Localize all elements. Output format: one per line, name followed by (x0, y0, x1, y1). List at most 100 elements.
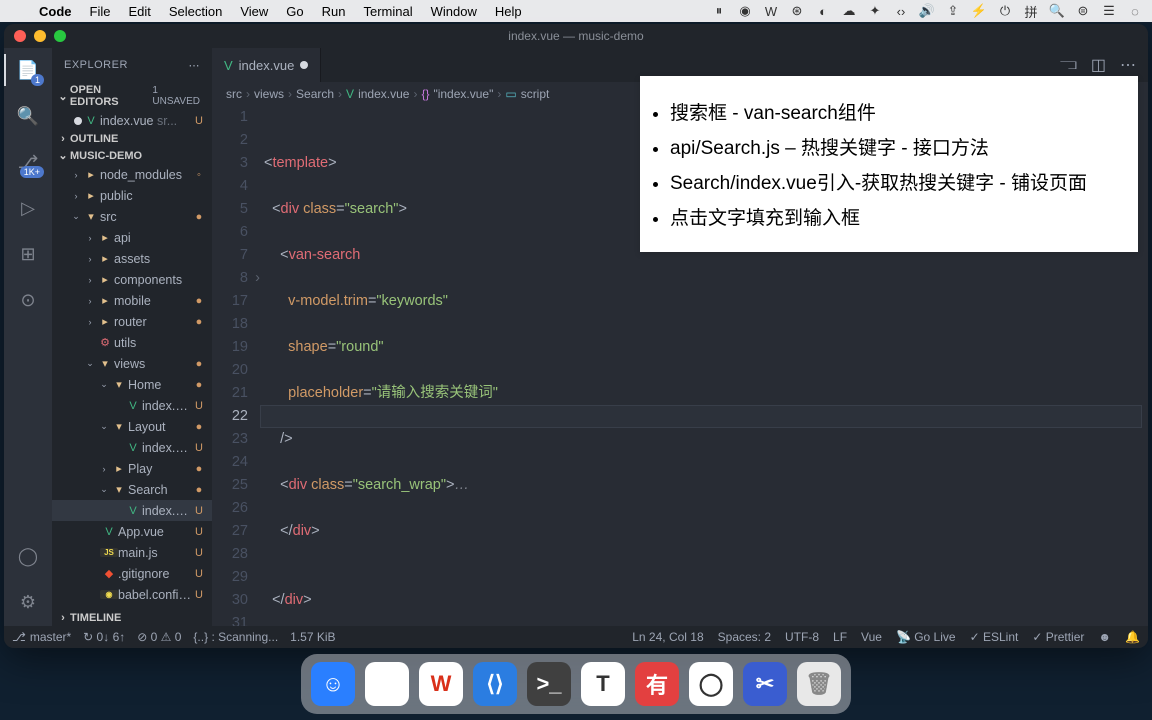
open-editor-item[interactable]: V index.vue sr... U (52, 110, 212, 131)
menu-edit[interactable]: Edit (119, 4, 159, 19)
open-editors-section[interactable]: ⌄ OPEN EDITORS 1 UNSAVED (52, 82, 212, 110)
tree-item[interactable]: Vindex.vueU (52, 500, 212, 521)
tray-icon[interactable]: ◌ (1126, 4, 1144, 19)
tree-item[interactable]: ⌄▾views● (52, 353, 212, 374)
tray-icon[interactable]: ⏻ (996, 3, 1014, 19)
crumb[interactable]: "index.vue" (433, 87, 493, 101)
tree-item[interactable]: JSmain.jsU (52, 542, 212, 563)
menu-selection[interactable]: Selection (160, 4, 231, 19)
dock-app-icon[interactable]: ⟨⟩ (473, 662, 517, 706)
crumb[interactable]: src (226, 87, 242, 101)
dock-app-icon[interactable]: 有 (635, 662, 679, 706)
sidebar-more-icon[interactable]: ⋯ (189, 59, 201, 72)
dock-app-icon[interactable]: ◎ (365, 662, 409, 706)
app-name[interactable]: Code (30, 4, 81, 19)
tree-item[interactable]: ›▸node_modules◦ (52, 164, 212, 185)
tray-icon[interactable]: ☰ (1100, 3, 1118, 19)
compare-icon[interactable]: ⫎ (1060, 56, 1077, 74)
menu-terminal[interactable]: Terminal (355, 4, 422, 19)
tray-icon[interactable]: ⊜ (1074, 3, 1092, 19)
tray-icon[interactable]: ⏸ (710, 3, 728, 19)
project-section[interactable]: ⌄ MUSIC-DEMO (52, 147, 212, 164)
account-icon[interactable]: ◯ (14, 542, 42, 570)
tree-item[interactable]: ›▸router● (52, 311, 212, 332)
status-eol[interactable]: LF (833, 630, 847, 644)
tree-item[interactable]: VApp.vueU (52, 521, 212, 542)
run-debug-icon[interactable]: ▷ (14, 194, 42, 222)
tray-icon[interactable]: ⊛ (788, 3, 806, 19)
tree-item[interactable]: ›▸api (52, 227, 212, 248)
status-language[interactable]: Vue (861, 630, 882, 644)
status-encoding[interactable]: UTF-8 (785, 630, 819, 644)
tray-icon[interactable]: ◐ (814, 4, 832, 19)
status-eslint[interactable]: ✓ ESLint (970, 630, 1019, 644)
tree-item[interactable]: Vindex.vueU (52, 437, 212, 458)
status-problems[interactable]: ⊘ 0 ⚠ 0 (137, 630, 181, 644)
tree-item[interactable]: ◆.gitignoreU (52, 563, 212, 584)
tray-icon[interactable]: ☁ (840, 3, 858, 19)
tree-item[interactable]: ›▸Play● (52, 458, 212, 479)
tree-item[interactable]: ›▸assets (52, 248, 212, 269)
tree-item[interactable]: ◉babel.config....U (52, 584, 212, 605)
outline-section[interactable]: › OUTLINE (52, 131, 212, 147)
dock-app-icon[interactable]: W (419, 662, 463, 706)
menu-go[interactable]: Go (277, 4, 312, 19)
tab-index-vue[interactable]: V index.vue (212, 48, 321, 82)
tree-item[interactable]: ›▸components (52, 269, 212, 290)
tray-icon[interactable]: 🔊 (918, 3, 936, 19)
split-editor-icon[interactable]: ◫ (1091, 55, 1106, 75)
status-cursor[interactable]: Ln 24, Col 18 (632, 630, 703, 644)
dock-app-icon[interactable]: >_ (527, 662, 571, 706)
source-control-icon[interactable]: ⎇1K+ (14, 148, 42, 176)
more-icon[interactable]: ⋯ (1120, 55, 1136, 75)
tree-item[interactable]: ⚙utils (52, 332, 212, 353)
dock-app-icon[interactable]: ✂ (743, 662, 787, 706)
dock-app-icon[interactable]: 🗑 (797, 662, 841, 706)
tree-item[interactable]: Vindex.vueU (52, 395, 212, 416)
tree-item[interactable]: ⌄▾Home● (52, 374, 212, 395)
tray-icon[interactable]: ✦ (866, 3, 884, 19)
dock-app-icon[interactable]: ☺ (311, 662, 355, 706)
tree-item[interactable]: ›▸mobile● (52, 290, 212, 311)
tree-item[interactable]: ›▸public (52, 185, 212, 206)
tree-item[interactable]: ⌄▾src● (52, 206, 212, 227)
status-spaces[interactable]: Spaces: 2 (718, 630, 771, 644)
tree-item[interactable]: ⌄▾Layout● (52, 416, 212, 437)
tray-icon[interactable]: ◉ (736, 3, 754, 19)
timeline-section[interactable]: › TIMELINE (52, 610, 212, 626)
file-name: src (100, 210, 192, 224)
status-prettier[interactable]: ✓ Prettier (1032, 630, 1084, 644)
crumb[interactable]: Search (296, 87, 334, 101)
crumb[interactable]: views (254, 87, 284, 101)
menu-view[interactable]: View (231, 4, 277, 19)
close-icon[interactable] (14, 30, 26, 42)
status-golive[interactable]: 📡 Go Live (896, 630, 956, 644)
menu-run[interactable]: Run (313, 4, 355, 19)
settings-gear-icon[interactable]: ⚙ (14, 588, 42, 616)
status-branch[interactable]: ⎇ master* (12, 630, 71, 644)
tray-icon[interactable]: ‹› (892, 4, 910, 19)
tray-icon[interactable]: ⇪ (944, 3, 962, 19)
tray-icon[interactable]: ⚡ (970, 3, 988, 19)
minimize-icon[interactable] (34, 30, 46, 42)
menu-window[interactable]: Window (422, 4, 486, 19)
zoom-icon[interactable] (54, 30, 66, 42)
tree-item[interactable]: ⌄▾Search● (52, 479, 212, 500)
dock-app-icon[interactable]: T (581, 662, 625, 706)
status-bell-icon[interactable]: 🔔 (1125, 630, 1140, 644)
status-sync[interactable]: ↻ 0↓ 6↑ (83, 630, 125, 644)
menu-help[interactable]: Help (486, 4, 531, 19)
dock-app-icon[interactable]: ◯ (689, 662, 733, 706)
remote-icon[interactable]: ⊙ (14, 286, 42, 314)
crumb[interactable]: index.vue (358, 87, 409, 101)
explorer-icon[interactable]: 📄1 (14, 56, 42, 84)
search-icon[interactable]: 🔍 (14, 102, 42, 130)
extensions-icon[interactable]: ⊞ (14, 240, 42, 268)
tray-icon[interactable]: W (762, 4, 780, 19)
status-scan[interactable]: {..} : Scanning... (193, 630, 278, 644)
menu-file[interactable]: File (81, 4, 120, 19)
tray-icon[interactable]: 🔍 (1048, 3, 1066, 19)
status-feedback-icon[interactable]: ☻ (1098, 630, 1111, 644)
tray-icon[interactable]: 拼 (1022, 2, 1040, 21)
crumb[interactable]: script (521, 87, 550, 101)
